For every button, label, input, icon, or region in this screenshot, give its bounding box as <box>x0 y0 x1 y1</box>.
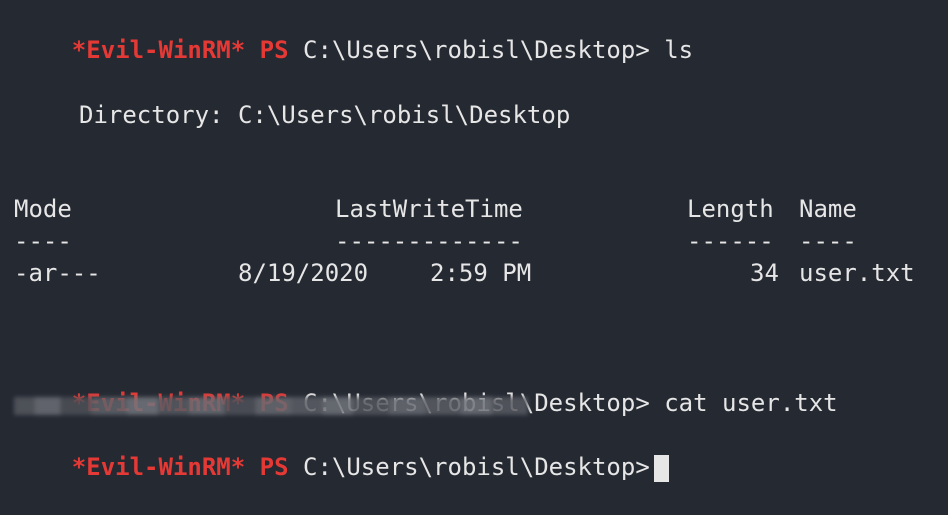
header-mode: Mode <box>14 195 72 223</box>
row-mode: -ar--- <box>14 259 101 287</box>
terminal-window[interactable]: *Evil-WinRM* PS C:\Users\robisl\Desktop>… <box>0 0 948 482</box>
underline-lastwritetime: ------------- <box>335 227 523 255</box>
prompt-line-1: *Evil-WinRM* PS C:\Users\robisl\Desktop>… <box>14 2 693 64</box>
redacted-output <box>14 397 528 415</box>
prompt-line-3: *Evil-WinRM* PS C:\Users\robisl\Desktop> <box>14 419 669 482</box>
header-name: Name <box>799 195 857 223</box>
command-ls: ls <box>664 36 694 64</box>
prompt-ps: PS <box>259 453 289 481</box>
command-cat: cat user.txt <box>664 389 838 417</box>
underline-name: ---- <box>799 227 857 255</box>
underline-length: ------ <box>687 227 774 255</box>
prompt-ps: PS <box>259 36 289 64</box>
prompt-line-2: *Evil-WinRM* PS C:\Users\robisl\Desktop>… <box>14 355 838 417</box>
prompt-path: C:\Users\robisl\Desktop> <box>303 453 650 481</box>
row-date: 8/19/2020 <box>238 259 369 287</box>
row-length: 34 <box>750 259 779 287</box>
prompt-evil-winrm: *Evil-WinRM* <box>71 36 246 64</box>
prompt-path: C:\Users\robisl\Desktop> <box>303 36 650 64</box>
prompt-evil-winrm: *Evil-WinRM* <box>71 453 246 481</box>
directory-line: Directory: C:\Users\robisl\Desktop <box>79 101 571 129</box>
cursor-block[interactable] <box>653 454 669 482</box>
underline-mode: ---- <box>14 227 72 255</box>
header-length: Length <box>687 195 774 223</box>
row-name: user.txt <box>799 259 915 287</box>
row-time: 2:59 PM <box>430 259 532 287</box>
header-lastwritetime: LastWriteTime <box>335 195 523 223</box>
